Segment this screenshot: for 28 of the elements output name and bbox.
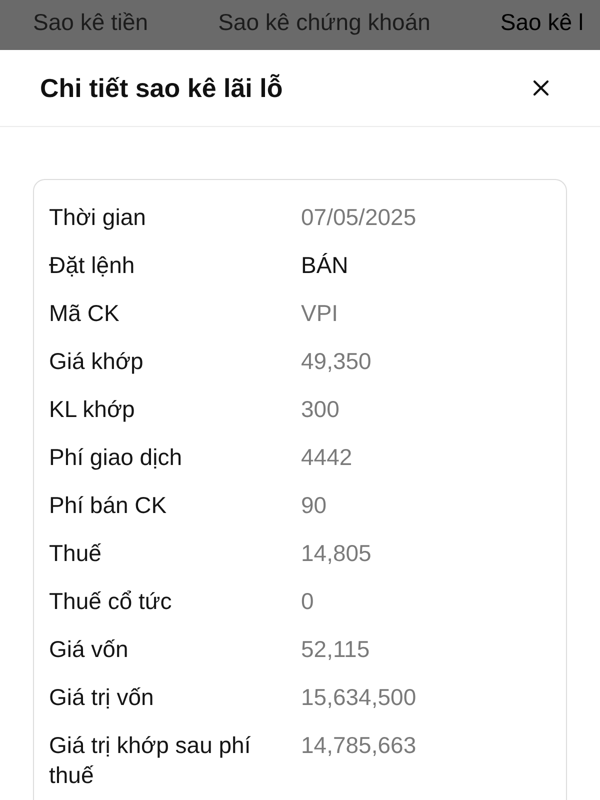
detail-value: 0: [301, 587, 315, 616]
detail-label: Thời gian: [49, 203, 147, 232]
detail-label: Thuế: [49, 539, 102, 568]
detail-value: 4442: [301, 443, 354, 472]
detail-value: VPI: [301, 299, 340, 328]
detail-label: Phí giao dịch: [49, 443, 183, 472]
tab[interactable]: Sao kê chứng khoán: [218, 8, 430, 36]
detail-label: Thuế cổ tức: [49, 587, 173, 616]
detail-value: 90: [301, 491, 328, 520]
detail-label: Giá khớp: [49, 347, 144, 376]
detail-label: Giá trị khớp sau phí thuế: [49, 731, 252, 790]
detail-label: Mã CK: [49, 299, 120, 328]
detail-value: 15,634,500: [301, 683, 418, 712]
detail-value: BÁN: [301, 251, 350, 280]
detail-value: 14,805: [301, 539, 372, 568]
detail-value: 52,115: [301, 635, 371, 664]
tab[interactable]: Sao kê tiền: [33, 8, 148, 36]
dialog-title: Chi tiết sao kê lãi lỗ: [40, 72, 283, 104]
detail-label: KL khớp: [49, 395, 136, 424]
detail-label: Đặt lệnh: [49, 251, 136, 280]
detail-value: 49,350: [301, 347, 372, 376]
detail-label: Giá vốn: [49, 635, 130, 664]
tab[interactable]: Sao kê l: [500, 8, 584, 36]
detail-value: 07/05/2025: [301, 203, 418, 232]
detail-label: Giá trị vốn: [49, 683, 155, 712]
detail-label: Phí bán CK: [49, 491, 168, 520]
detail-value: 300: [301, 395, 340, 424]
detail-value: 14,785,663: [301, 731, 418, 760]
